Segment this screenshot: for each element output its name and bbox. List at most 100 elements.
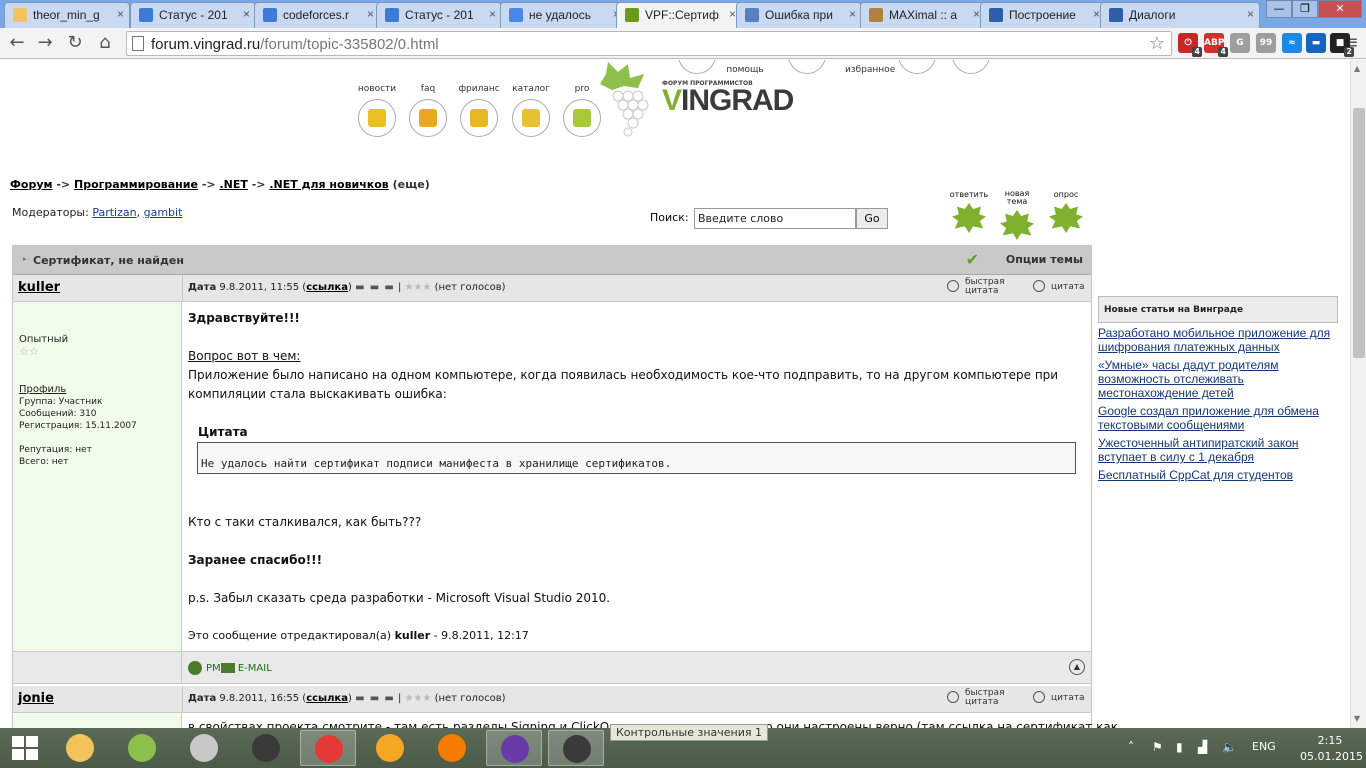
faq-icon[interactable] (409, 99, 447, 137)
extension-icon[interactable]: G (1230, 33, 1250, 53)
clock[interactable]: 2:15 05.01.2015 (1300, 733, 1363, 765)
browser-tab[interactable]: MAXimal :: a × (860, 2, 986, 28)
extension-icon[interactable]: ABP 4 (1204, 33, 1228, 57)
forward-button[interactable]: → (34, 32, 56, 54)
tab-close-icon[interactable]: × (243, 7, 250, 21)
breadcrumb-forum[interactable]: Форум (10, 178, 53, 191)
maximize-button[interactable]: ❐ (1292, 0, 1318, 18)
catalog-icon[interactable] (512, 99, 550, 137)
pm-link[interactable]: PM (206, 663, 221, 674)
reply-button[interactable]: ответить (947, 190, 991, 233)
breadcrumb-programming[interactable]: Программирование (74, 178, 198, 191)
extension-icon[interactable]: 99 (1256, 33, 1276, 53)
close-window-button[interactable]: ✕ (1318, 0, 1362, 18)
pm-icon[interactable] (188, 661, 202, 675)
email-icon[interactable] (220, 663, 235, 673)
extension-icon[interactable]: ■ 2 (1330, 33, 1354, 57)
tab-close-icon[interactable]: × (1093, 7, 1100, 21)
nav-label-4[interactable]: pro (557, 84, 607, 94)
article-link[interactable]: «Умные» часы дадут родителям возможность… (1098, 358, 1338, 400)
search-input[interactable] (694, 208, 856, 229)
vlc-icon-button[interactable] (424, 730, 480, 766)
aimp-icon-button[interactable] (362, 730, 418, 766)
language-indicator[interactable]: ENG (1252, 740, 1276, 753)
post-author[interactable]: kuller (18, 280, 60, 295)
news-icon[interactable] (358, 99, 396, 137)
breadcrumb-dotnet-newbies[interactable]: .NET для новичков (269, 178, 388, 191)
scroll-up-arrow-icon[interactable]: ▲ (1354, 64, 1360, 73)
tab-close-icon[interactable]: × (489, 7, 496, 21)
tray-chevron-icon[interactable]: ˄ (1128, 740, 1134, 754)
poll-button[interactable]: опрос (1044, 190, 1088, 233)
breadcrumb-dotnet[interactable]: .NET (219, 178, 247, 191)
nav-circle-icon-2[interactable] (898, 60, 936, 74)
help-label[interactable]: помощь (720, 65, 770, 75)
tab-close-icon[interactable]: × (367, 7, 374, 21)
rating-buttons[interactable]: ▬ ▬ ▬ (355, 693, 395, 704)
favorites-label[interactable]: избранное (845, 65, 895, 75)
drive-icon-button[interactable] (176, 730, 232, 766)
browser-tab[interactable]: Построение × (980, 2, 1106, 28)
extension-icon[interactable]: ≈ (1282, 33, 1302, 53)
nav-circle-icon-3[interactable] (952, 60, 990, 74)
tab-close-icon[interactable]: × (973, 7, 980, 21)
flag-icon[interactable]: ⚑ (1152, 740, 1163, 754)
profile-link[interactable]: Профиль (19, 384, 66, 395)
battery-icon[interactable]: ▮ (1176, 740, 1183, 754)
breadcrumb-more[interactable]: (еще) (393, 178, 430, 191)
search-go-button[interactable]: Go (856, 208, 888, 229)
windows-start-icon[interactable] (12, 736, 38, 760)
tab-close-icon[interactable]: × (1247, 7, 1254, 21)
extension-icon[interactable]: ⏻ 4 (1178, 33, 1202, 57)
help-circle-icon[interactable] (678, 60, 716, 74)
freelance-icon[interactable] (460, 99, 498, 137)
visual-studio-icon-button[interactable] (486, 730, 542, 766)
browser-tab[interactable]: codeforces.r × (254, 2, 380, 28)
scroll-down-arrow-icon[interactable]: ▼ (1354, 714, 1360, 723)
nav-label-3[interactable]: каталог (506, 84, 556, 94)
browser-tab[interactable]: Ошибка при × (736, 2, 862, 28)
browser-tab[interactable]: не удалось× (500, 2, 626, 28)
post-author[interactable]: jonie (18, 691, 54, 706)
camera2-icon-button[interactable] (548, 730, 604, 766)
camera-icon-button[interactable] (238, 730, 294, 766)
tab-close-icon[interactable]: × (849, 7, 856, 21)
nav-label-1[interactable]: faq (403, 84, 453, 94)
article-link[interactable]: Google создал приложение для обмена текс… (1098, 404, 1338, 432)
explorer-icon-button[interactable] (52, 730, 108, 766)
reload-button[interactable]: ↻ (64, 32, 86, 54)
scroll-top-icon[interactable]: ▲ (1069, 659, 1085, 675)
address-bar[interactable]: forum.vingrad.ru/forum/topic-335802/0.ht… (126, 31, 1172, 56)
scrollbar-thumb[interactable] (1353, 108, 1365, 358)
page-scrollbar[interactable]: ▲ ▼ (1350, 60, 1366, 728)
sound-icon[interactable]: 🔈 (1222, 740, 1237, 754)
browser-tab[interactable]: VPF::Сертиф × (616, 2, 742, 29)
article-link[interactable]: Бесплатный CppCat для студентов (1098, 468, 1338, 482)
new-topic-button[interactable]: новая тема (995, 190, 1039, 240)
post-permalink[interactable]: ссылка (306, 282, 348, 293)
browser-tab[interactable]: Диалоги × (1100, 2, 1260, 28)
nav-label-0[interactable]: новости (352, 84, 402, 94)
browser-tab[interactable]: Статус - 201 × (376, 2, 502, 28)
nav-circle-icon[interactable] (788, 60, 826, 74)
pro-icon[interactable] (563, 99, 601, 137)
home-button[interactable]: ⌂ (94, 32, 116, 54)
chrome-icon-button[interactable] (300, 730, 356, 766)
back-button[interactable]: ← (6, 32, 28, 54)
article-link[interactable]: Ужесточенный антипиратский закон вступае… (1098, 436, 1338, 464)
network-icon[interactable]: ▟ (1198, 740, 1207, 754)
rating-buttons[interactable]: ▬ ▬ ▬ (355, 282, 395, 293)
topic-options-button[interactable]: Опции темы (1006, 253, 1083, 266)
browser-tab[interactable]: Статус - 201 × (130, 2, 256, 28)
bookmark-star-icon[interactable]: ☆ (1149, 33, 1165, 54)
email-link[interactable]: E-MAIL (238, 663, 272, 674)
extension-icon[interactable]: ▬ (1306, 33, 1326, 53)
tab-close-icon[interactable]: × (117, 7, 124, 21)
vingrad-logo[interactable]: VINGRAD (662, 84, 794, 118)
nav-label-2[interactable]: фриланс (454, 84, 504, 94)
moderator-link[interactable]: Partizan (92, 206, 136, 219)
browser-tab[interactable]: theor_min_g × (4, 2, 130, 28)
tab-close-icon[interactable]: × (729, 7, 736, 21)
article-link[interactable]: Разработано мобильное приложение для шиф… (1098, 326, 1338, 354)
moderator-link[interactable]: gambit (144, 206, 183, 219)
